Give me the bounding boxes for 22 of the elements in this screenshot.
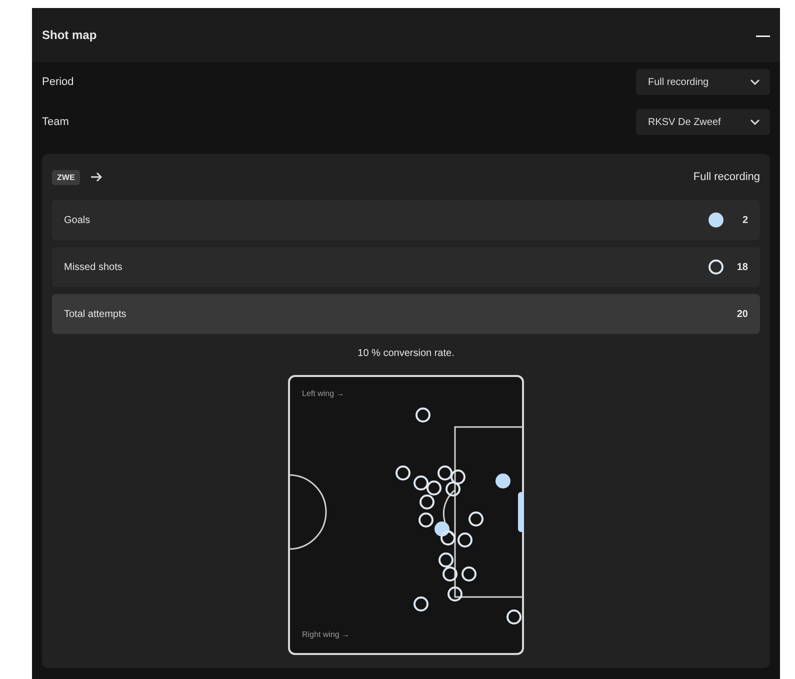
circle-outline-icon bbox=[708, 259, 724, 275]
filled-circle-icon bbox=[708, 212, 724, 228]
chevron-down-icon bbox=[750, 79, 760, 85]
dropdown[interactable]: RKSV De Zweef bbox=[636, 109, 770, 135]
stat-label: Total attempts bbox=[64, 308, 126, 320]
stat-count: 18 bbox=[736, 262, 748, 272]
stat-label: Goals bbox=[64, 214, 90, 226]
filter-label: Period bbox=[42, 76, 74, 88]
stat-count: 20 bbox=[736, 308, 748, 320]
arrow-right-icon bbox=[90, 172, 102, 182]
pitch-label: Left wing → bbox=[302, 389, 344, 398]
panel-title: Shot map bbox=[42, 28, 97, 42]
filter-label: Team bbox=[42, 116, 69, 128]
collapse-button[interactable]: — bbox=[756, 27, 770, 43]
period-text: Full recording bbox=[693, 171, 760, 183]
team-badge: ZWE bbox=[52, 170, 80, 184]
chevron-down-icon bbox=[750, 119, 760, 125]
conversion-text: 10 % conversion rate. bbox=[356, 348, 456, 359]
stat-label: Missed shots bbox=[64, 262, 122, 272]
stat-count: 2 bbox=[741, 214, 748, 226]
pitch-label: Right wing → bbox=[302, 630, 350, 639]
dropdown[interactable]: Full recording bbox=[636, 69, 770, 95]
